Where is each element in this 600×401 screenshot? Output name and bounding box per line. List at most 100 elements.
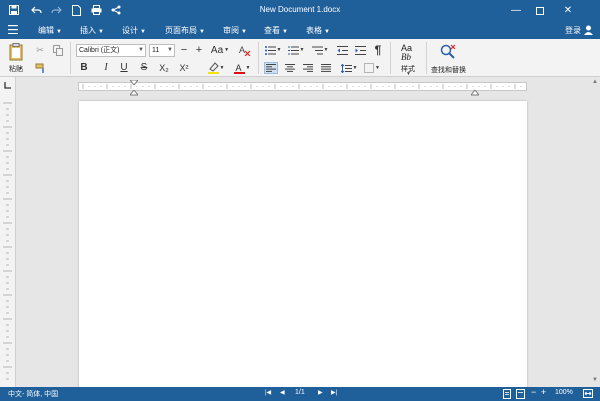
menu-page-layout[interactable]: 页面布局 ▼ bbox=[165, 25, 205, 36]
zoom-level[interactable]: 100% bbox=[555, 389, 573, 396]
menu-insert[interactable]: 插入 ▼ bbox=[80, 25, 104, 36]
paste-options-chevron-icon[interactable]: ▼ bbox=[18, 66, 23, 72]
menu-bar: 编辑 ▼ 插入 ▼ 设计 ▼ 页面布局 ▼ 审阅 ▼ 查看 ▼ 表格 ▼ 登录 bbox=[0, 21, 600, 39]
horizontal-ruler[interactable] bbox=[78, 82, 527, 91]
hanging-indent-marker[interactable] bbox=[128, 89, 140, 98]
chevron-down-icon: ▼ bbox=[241, 29, 247, 35]
font-size-select[interactable]: 11 ▼ bbox=[149, 44, 175, 57]
menu-edit[interactable]: 编辑 ▼ bbox=[38, 25, 62, 36]
increase-font-size-button[interactable]: + bbox=[194, 43, 204, 57]
paste-button[interactable] bbox=[8, 42, 24, 62]
chevron-down-icon: ▼ bbox=[324, 29, 330, 35]
new-document-icon[interactable] bbox=[68, 2, 84, 18]
find-replace-button[interactable]: 查找和替换 bbox=[430, 41, 466, 75]
zoom-in-button[interactable]: + bbox=[541, 387, 546, 397]
menu-review-label: 审阅 bbox=[223, 26, 239, 35]
chevron-down-icon: ▼ bbox=[167, 47, 173, 53]
chevron-down-icon: ▼ bbox=[56, 29, 62, 35]
login-button[interactable]: 登录 bbox=[565, 25, 581, 36]
minimize-icon[interactable]: — bbox=[504, 0, 528, 21]
justify-icon[interactable] bbox=[319, 62, 333, 74]
borders-button[interactable]: ▼ bbox=[362, 62, 382, 74]
status-bar: 中文- 简体, 中国 |◀ ◀ 1/1 ▶ ▶| − + 100% bbox=[0, 387, 600, 401]
chevron-down-icon: ▼ bbox=[140, 29, 146, 35]
menu-edit-label: 编辑 bbox=[38, 26, 54, 35]
menu-page-layout-label: 页面布局 bbox=[165, 26, 197, 35]
align-center-icon[interactable] bbox=[283, 62, 297, 74]
font-color-button[interactable]: A ▼ bbox=[232, 61, 252, 74]
font-name-select[interactable]: Calibri (正文) ▼ bbox=[76, 44, 146, 57]
last-page-icon[interactable]: ▶| bbox=[331, 389, 337, 396]
fit-page-icon[interactable] bbox=[583, 389, 593, 400]
ribbon-divider bbox=[426, 42, 427, 74]
cut-icon[interactable]: ✂ bbox=[34, 44, 46, 56]
bullet-list-icon bbox=[264, 45, 276, 55]
increase-indent-icon[interactable] bbox=[354, 44, 366, 56]
italic-button[interactable]: I bbox=[100, 61, 112, 74]
bold-button[interactable]: B bbox=[78, 61, 90, 74]
print-layout-icon[interactable] bbox=[503, 389, 511, 401]
redo-icon[interactable] bbox=[48, 2, 64, 18]
align-right-icon[interactable] bbox=[301, 62, 315, 74]
font-color-icon: A bbox=[233, 63, 245, 74]
undo-icon[interactable] bbox=[28, 2, 44, 18]
find-replace-label: 查找和替换 bbox=[431, 67, 466, 74]
bullet-list-button[interactable]: ▼ bbox=[263, 44, 283, 56]
decrease-font-size-button[interactable]: − bbox=[179, 43, 189, 57]
find-replace-icon bbox=[440, 44, 456, 62]
right-indent-marker[interactable] bbox=[469, 89, 481, 98]
menu-table[interactable]: 表格 ▼ bbox=[306, 25, 330, 36]
zoom-out-button[interactable]: − bbox=[531, 387, 536, 397]
change-case-button[interactable]: Aa ▼ bbox=[211, 43, 229, 57]
styles-button[interactable]: Aa Bb 样式 ▼ bbox=[398, 41, 420, 77]
align-left-icon[interactable] bbox=[264, 62, 278, 74]
menu-table-label: 表格 bbox=[306, 26, 322, 35]
page-indicator[interactable]: 1/1 bbox=[295, 389, 305, 396]
underline-button[interactable]: U bbox=[118, 61, 130, 74]
format-painter-icon[interactable] bbox=[34, 62, 46, 74]
user-icon[interactable] bbox=[584, 25, 593, 37]
scroll-up-icon[interactable]: ▲ bbox=[591, 79, 599, 87]
decrease-indent-icon[interactable] bbox=[336, 44, 348, 56]
font-size-value: 11 bbox=[152, 47, 160, 54]
chevron-down-icon: ▼ bbox=[245, 64, 251, 71]
maximize-icon[interactable] bbox=[528, 0, 552, 21]
menu-design[interactable]: 设计 ▼ bbox=[122, 25, 146, 36]
superscript-button[interactable]: X² bbox=[177, 61, 191, 74]
numbered-list-icon bbox=[287, 46, 299, 54]
print-icon[interactable] bbox=[88, 2, 104, 18]
show-formatting-marks-button[interactable]: ¶ bbox=[372, 43, 384, 57]
numbered-list-button[interactable]: ▼ bbox=[286, 44, 306, 56]
language-status[interactable]: 中文- 简体, 中国 bbox=[8, 389, 58, 399]
next-page-icon[interactable]: ▶ bbox=[318, 389, 323, 396]
styles-preview-bottom: Bb bbox=[401, 52, 411, 62]
previous-page-icon[interactable]: ◀ bbox=[280, 389, 285, 396]
multilevel-list-button[interactable]: ▼ bbox=[310, 44, 330, 56]
document-page[interactable] bbox=[79, 101, 527, 391]
ribbon-toolbar: 粘贴 ▼ ✂ Calibri (正文) ▼ 11 ▼ − + Aa ▼ A B I U… bbox=[0, 39, 600, 77]
menu-view-label: 查看 bbox=[264, 26, 280, 35]
menu-review[interactable]: 审阅 ▼ bbox=[223, 25, 247, 36]
hamburger-menu-icon[interactable] bbox=[8, 25, 18, 35]
menu-view[interactable]: 查看 ▼ bbox=[264, 25, 288, 36]
share-icon[interactable] bbox=[108, 2, 124, 18]
clear-formatting-icon[interactable]: A bbox=[238, 43, 252, 57]
web-layout-icon[interactable] bbox=[516, 389, 525, 401]
first-line-indent-marker[interactable] bbox=[128, 78, 140, 87]
chevron-down-icon: ▼ bbox=[138, 47, 144, 53]
first-page-icon[interactable]: |◀ bbox=[265, 389, 271, 396]
vertical-scrollbar[interactable]: ▲ ▼ bbox=[590, 77, 600, 387]
copy-icon[interactable] bbox=[52, 44, 64, 56]
ribbon-divider bbox=[390, 42, 391, 74]
strikethrough-button[interactable]: S bbox=[138, 61, 150, 74]
highlight-color-button[interactable]: ▼ bbox=[206, 61, 226, 74]
subscript-button[interactable]: X₂ bbox=[157, 61, 171, 74]
close-icon[interactable]: ✕ bbox=[556, 0, 580, 21]
line-spacing-button[interactable]: ▼ bbox=[339, 62, 359, 74]
horizontal-ruler-ticks bbox=[82, 84, 522, 89]
scroll-down-icon[interactable]: ▼ bbox=[591, 377, 599, 385]
vertical-ruler[interactable] bbox=[0, 95, 16, 387]
tab-selector[interactable] bbox=[0, 77, 16, 95]
chevron-down-icon: ▼ bbox=[219, 64, 225, 71]
save-icon[interactable] bbox=[6, 2, 22, 18]
